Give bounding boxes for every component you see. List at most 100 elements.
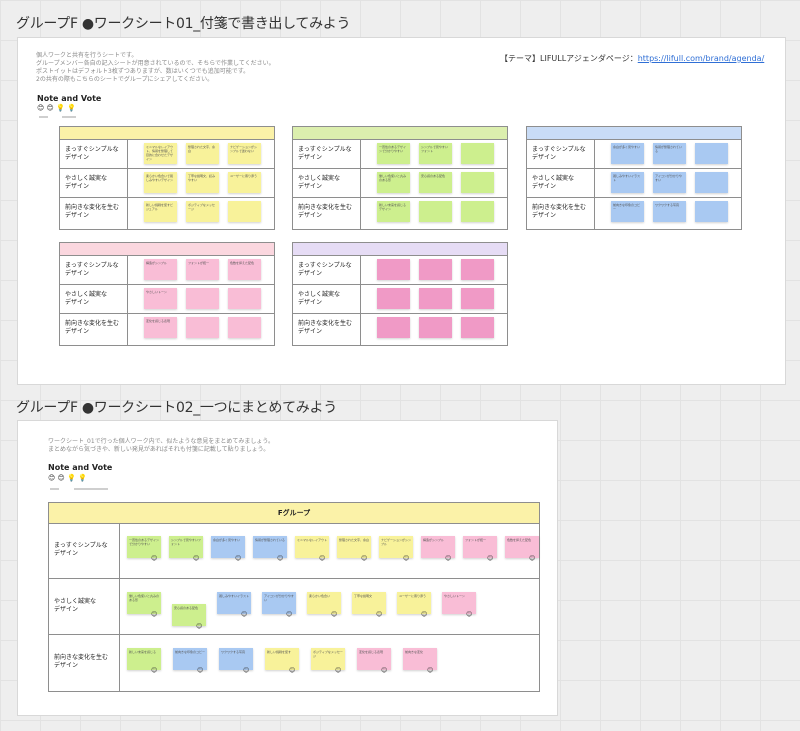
member-table-header [293, 127, 507, 140]
sticky-note[interactable]: 優しい色使いと丸みのある形 [377, 172, 410, 193]
vote-smile-icon[interactable]: 😊 [421, 612, 427, 618]
sticky-note[interactable] [377, 288, 410, 309]
vote-bar [39, 116, 48, 118]
vote-smile-icon[interactable]: 😊 [376, 612, 382, 618]
vote-smile-icon[interactable]: 😊 [241, 612, 247, 618]
vote-smile-icon[interactable]: 😊 [277, 556, 283, 562]
frame-title-worksheet-02: グループF ●ワークシート02_一つにまとめてみよう [16, 400, 337, 416]
vote-smile-icon[interactable]: 😊 [335, 668, 341, 674]
group-table-row: まっすぐシンプルな デザイン 一貫性のあるデザインで分かりやすい 😊 シンプルで見やす… [49, 524, 539, 579]
sticky-note[interactable] [695, 143, 728, 164]
sticky-note[interactable]: フォントが統一 [186, 259, 219, 280]
vote-smile-icon[interactable]: 😊 [243, 668, 249, 674]
sticky-note[interactable]: 余白が多く見やすい [611, 143, 644, 164]
sticky-note[interactable]: 丁寧な説明文、読みやすい [186, 172, 219, 193]
sticky-note[interactable]: ポジティブなメッセージ [186, 201, 219, 222]
sticky-note[interactable] [419, 259, 452, 280]
vote-bar [74, 488, 108, 490]
member-table-row: やさしく誠実な デザイン [293, 285, 507, 314]
row-label: まっすぐシンプルな デザイン [532, 146, 586, 161]
vote-smile-icon[interactable]: 😊 [529, 556, 535, 562]
row-label: 前向きな変化を生む デザイン [54, 654, 109, 669]
group-table-row: やさしく誠実な デザイン 優しい色使いと丸みのある形 😊 安心感のある配色 😊 親しみやす… [49, 580, 539, 635]
vote-smile-icon[interactable]: 😊 [235, 556, 241, 562]
sticky-note[interactable] [461, 317, 494, 338]
sticky-note[interactable]: ユーザーに寄り添う [228, 172, 261, 193]
row-label: 前向きな変化を生む デザイン [532, 204, 587, 219]
sticky-note[interactable]: シンプルで見やすいフォント [419, 143, 452, 164]
vote-smile-icon[interactable]: 😊 [319, 556, 325, 562]
vote-smile-icon[interactable]: 😊 [197, 668, 203, 674]
sticky-note[interactable] [461, 201, 494, 222]
vote-smile-icon[interactable]: 😊 [151, 612, 157, 618]
sticky-note[interactable] [695, 172, 728, 193]
vote-smile-icon[interactable]: 😊 [151, 668, 157, 674]
member-table-row: 前向きな変化を生む デザイン 変化を感じる表現 [60, 314, 274, 342]
member-table-row: 前向きな変化を生む デザイン 新しい挑戦を促すビジュアル ポジティブなメッセージ [60, 198, 274, 226]
sticky-note[interactable] [461, 259, 494, 280]
note-and-vote-title: Note and Vote [37, 94, 102, 103]
vote-icons[interactable]: 😊 😊 💡 💡 [37, 104, 76, 112]
sticky-note[interactable]: 情報が整理されている [653, 143, 686, 164]
sticky-note[interactable] [186, 317, 219, 338]
sticky-note[interactable]: 安心感のある配色 [419, 172, 452, 193]
row-label: まっすぐシンプルな デザイン [298, 146, 352, 161]
sticky-note[interactable] [228, 317, 261, 338]
sticky-note[interactable]: 一貫性のあるデザインで分かりやすい [377, 143, 410, 164]
vote-smile-icon[interactable]: 😊 [427, 668, 433, 674]
vote-smile-icon[interactable]: 😊 [331, 612, 337, 618]
vote-smile-icon[interactable]: 😊 [286, 612, 292, 618]
sticky-note[interactable] [419, 288, 452, 309]
sticky-note[interactable]: ミニマルなレイアウト、情報を整理して目的に合わせたデザイン [144, 143, 177, 164]
sticky-note[interactable] [228, 288, 261, 309]
sticky-note[interactable]: ナビゲーションがシンプルで迷わない [228, 143, 261, 164]
sticky-note[interactable]: 柔らかい色合いで親しみやすいデザイン [144, 172, 177, 193]
member-table-header [293, 243, 507, 256]
sticky-note[interactable] [186, 288, 219, 309]
sticky-note[interactable] [461, 172, 494, 193]
member-table-row: まっすぐシンプルな デザイン [293, 256, 507, 285]
vote-smile-icon[interactable]: 😊 [196, 624, 202, 630]
sticky-note[interactable] [461, 143, 494, 164]
intro-text: ワークシート_01で行った個人ワーク内で、似たような意見をまとめてみましょう。 … [48, 438, 274, 454]
sticky-note[interactable]: 前向きな印象のコピー [611, 201, 644, 222]
agenda-link[interactable]: https://lifull.com/brand/agenda/ [638, 54, 765, 63]
vote-smile-icon[interactable]: 😊 [289, 668, 295, 674]
vote-smile-icon[interactable]: 😊 [193, 556, 199, 562]
sticky-note[interactable]: 整理された文字、余白 [186, 143, 219, 164]
vote-smile-icon[interactable]: 😊 [487, 556, 493, 562]
sticky-note[interactable]: 色数を抑えた配色 [228, 259, 261, 280]
vote-smile-icon[interactable]: 😊 [151, 556, 157, 562]
vote-smile-icon[interactable]: 😊 [361, 556, 367, 562]
sticky-note[interactable] [419, 201, 452, 222]
sticky-note[interactable]: 変化を感じる表現 [144, 317, 177, 338]
vote-smile-icon[interactable]: 😊 [381, 668, 387, 674]
sticky-note[interactable]: 新しい未来を感じるデザイン [377, 201, 410, 222]
intro-line: まとめながら気づきや、新しい発見があればそれも付箋に記載して貼りましょう。 [48, 446, 270, 453]
worksheet-02-frame[interactable]: ワークシート_01で行った個人ワーク内で、似たような意見をまとめてみましょう。 … [17, 420, 558, 716]
row-label: 前向きな変化を生む デザイン [65, 320, 120, 335]
sticky-note[interactable] [461, 288, 494, 309]
sticky-note[interactable] [419, 317, 452, 338]
vote-smile-icon[interactable]: 😊 [466, 612, 472, 618]
sticky-note[interactable] [377, 259, 410, 280]
row-label: まっすぐシンプルな デザイン [65, 146, 119, 161]
member-table-row: まっすぐシンプルな デザイン ミニマルなレイアウト、情報を整理して目的に合わせたデ… [60, 140, 274, 169]
vote-icons[interactable]: 😊 😊 💡 💡 [48, 474, 87, 482]
sticky-note[interactable]: 構造がシンプル [144, 259, 177, 280]
sticky-note[interactable] [695, 201, 728, 222]
sticky-note[interactable]: ワクワクする写真 [653, 201, 686, 222]
sticky-note[interactable]: やさしいトーン [144, 288, 177, 309]
sticky-note[interactable]: 新しい挑戦を促すビジュアル [144, 201, 177, 222]
member-table-header [60, 127, 274, 140]
sticky-note[interactable]: 親しみやすいイラスト [611, 172, 644, 193]
sticky-note[interactable] [377, 317, 410, 338]
row-label: 前向きな変化を生む デザイン [65, 204, 120, 219]
sticky-note[interactable] [228, 201, 261, 222]
vote-bar [62, 116, 76, 118]
vote-smile-icon[interactable]: 😊 [403, 556, 409, 562]
intro-line: グループメンバー各自の記入シートが用意されているので、そちらで作業してください。 [36, 60, 275, 67]
sticky-note[interactable]: アイコンが分かりやすい [653, 172, 686, 193]
vote-smile-icon[interactable]: 😊 [445, 556, 451, 562]
worksheet-01-frame[interactable]: 個人ワークと共有を行うシートです。 グループメンバー各自の記入シートが用意されて… [17, 37, 786, 385]
